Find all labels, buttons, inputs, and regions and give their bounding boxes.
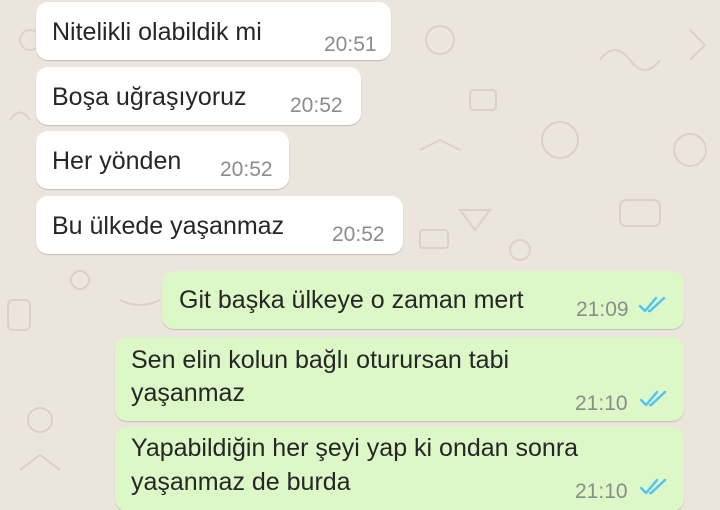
message-time: 20:52 — [290, 94, 343, 117]
double-check-read-icon — [639, 478, 667, 495]
message-time: 21:10 — [575, 392, 628, 415]
message-time: 21:09 — [576, 298, 629, 321]
outgoing-message[interactable]: Yapabildiğin her şeyi yap ki ondan sonra… — [115, 427, 684, 510]
message-time: 20:51 — [324, 33, 377, 56]
incoming-message[interactable]: Nitelikli olabildik mi 20:51 — [36, 2, 391, 60]
double-check-read-icon — [638, 296, 666, 313]
message-text: Git başka ülkeye o zaman mert — [179, 286, 524, 314]
outgoing-message[interactable]: Sen elin kolun bağlı oturursan tabi yaşa… — [115, 337, 684, 421]
outgoing-message[interactable]: Git başka ülkeye o zaman mert 21:09 — [162, 271, 684, 329]
incoming-message[interactable]: Boşa uğraşıyoruz 20:52 — [36, 67, 361, 125]
message-time: 20:52 — [332, 223, 385, 246]
message-time: 20:52 — [220, 158, 273, 181]
message-text-line-1: Sen elin kolun bağlı oturursan tabi — [131, 346, 510, 374]
incoming-message[interactable]: Bu ülkede yaşanmaz 20:52 — [36, 196, 403, 254]
message-text: Nitelikli olabildik mi — [52, 18, 262, 46]
double-check-read-icon — [639, 390, 667, 407]
incoming-message[interactable]: Her yönden 20:52 — [36, 131, 289, 189]
message-text-line-2: yaşanmaz — [131, 379, 245, 407]
message-time: 21:10 — [575, 480, 628, 503]
message-text-line-2: yaşanmaz de burda — [131, 468, 351, 496]
message-text: Boşa uğraşıyoruz — [52, 83, 247, 111]
message-text: Her yönden — [52, 147, 182, 175]
message-text: Bu ülkede yaşanmaz — [52, 212, 285, 240]
message-text-line-1: Yapabildiğin her şeyi yap ki ondan sonra — [131, 434, 579, 462]
